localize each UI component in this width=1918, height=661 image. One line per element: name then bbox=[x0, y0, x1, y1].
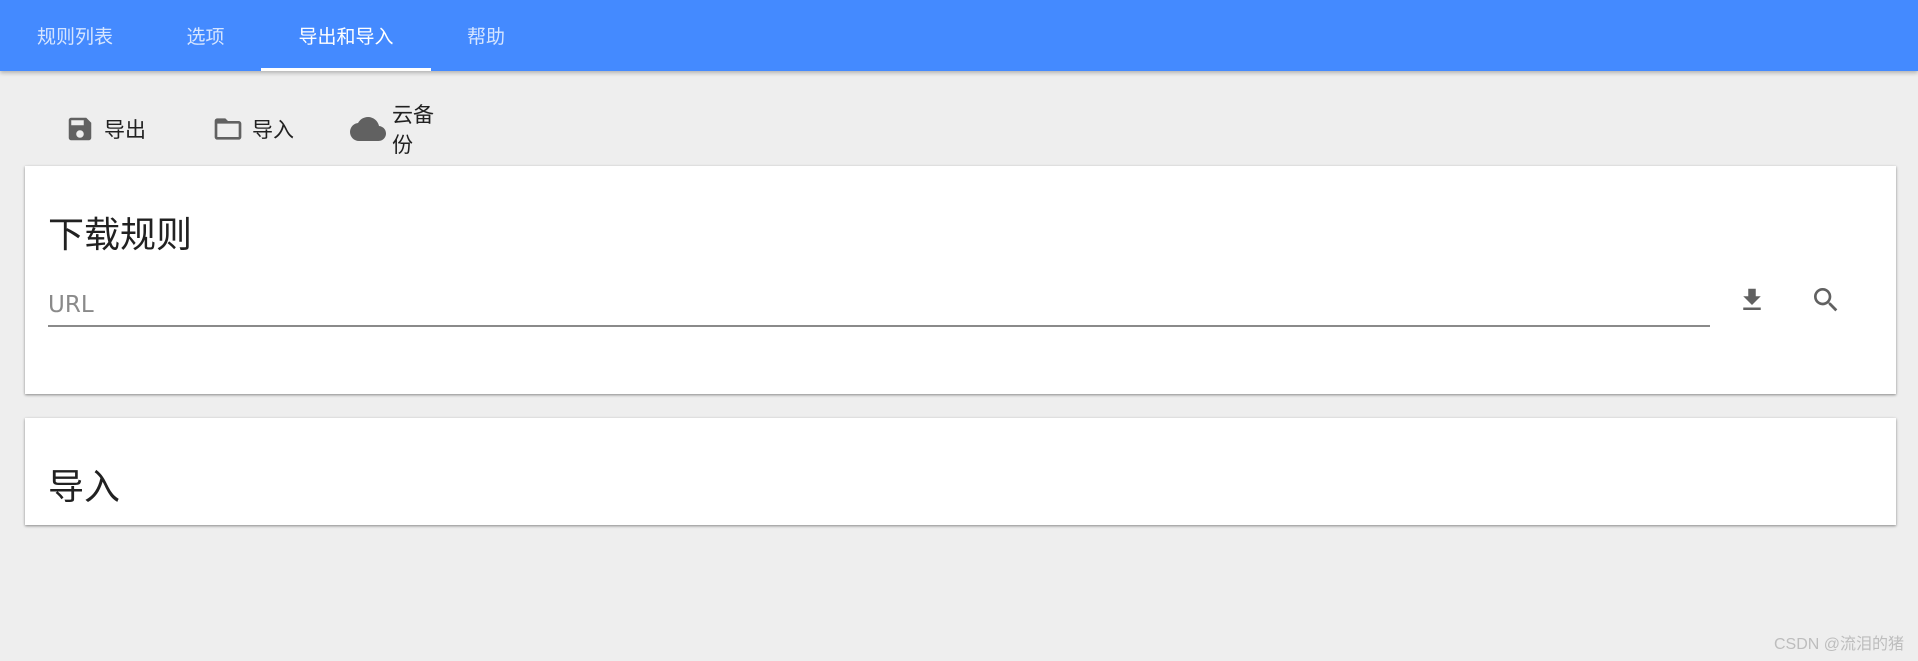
download-icon bbox=[1737, 285, 1767, 319]
folder-icon bbox=[210, 111, 246, 147]
cloud-icon bbox=[350, 111, 386, 147]
export-button-label: 导出 bbox=[104, 118, 146, 142]
tab-rules-list[interactable]: 规则列表 bbox=[0, 0, 150, 71]
watermark: CSDN @流泪的猪 bbox=[1773, 636, 1904, 653]
tab-export-import[interactable]: 导出和导入 bbox=[261, 0, 431, 71]
top-nav-bar: 规则列表 选项 导出和导入 帮助 bbox=[0, 0, 1918, 71]
import-button-label: 导入 bbox=[252, 118, 294, 142]
import-button[interactable]: 导入 bbox=[192, 104, 332, 154]
url-input[interactable] bbox=[48, 281, 1710, 325]
cloud-backup-button[interactable]: 云备份 bbox=[332, 103, 462, 157]
import-card: 导入 bbox=[25, 418, 1896, 525]
search-button[interactable] bbox=[1802, 278, 1850, 326]
import-section-title: 导入 bbox=[48, 467, 121, 508]
download-button[interactable] bbox=[1728, 278, 1776, 326]
tab-help[interactable]: 帮助 bbox=[431, 0, 541, 71]
download-rules-card: 下载规则 bbox=[25, 166, 1896, 394]
tab-options[interactable]: 选项 bbox=[150, 0, 261, 71]
url-field bbox=[48, 281, 1710, 327]
action-toolbar: 导出 导入 云备份 bbox=[44, 103, 462, 157]
search-icon bbox=[1810, 284, 1842, 320]
export-button[interactable]: 导出 bbox=[44, 104, 192, 154]
download-rules-title: 下载规则 bbox=[48, 215, 193, 256]
cloud-backup-button-label: 云备份 bbox=[392, 103, 434, 157]
save-icon bbox=[62, 111, 98, 147]
